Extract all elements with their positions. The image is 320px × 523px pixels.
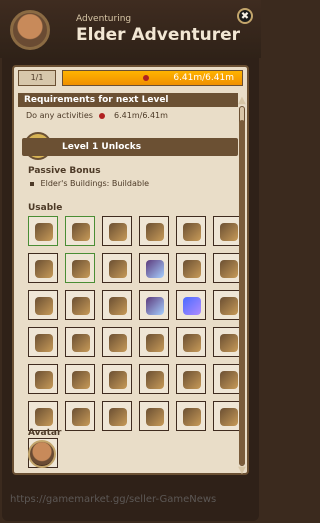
usable-item-slot[interactable]: [102, 401, 132, 431]
activity-icon: [99, 112, 106, 119]
header-title: Elder Adventurer: [76, 25, 241, 45]
usable-item-slot[interactable]: [176, 290, 206, 320]
progress-text: 6.41m/6.41m: [173, 73, 234, 83]
profile-portrait: [10, 10, 50, 50]
passive-bonus-item: Elder's Buildings: Buildable: [30, 179, 149, 188]
usable-item-slot[interactable]: [28, 401, 58, 431]
progress-row: 1/1 6.41m/6.41m: [18, 70, 243, 86]
usable-item-slot[interactable]: [176, 327, 206, 357]
passive-bonus-text: Elder's Buildings: Buildable: [40, 179, 150, 188]
usable-item-slot[interactable]: [102, 290, 132, 320]
usable-item-slot[interactable]: [139, 290, 169, 320]
close-button[interactable]: ✖: [237, 8, 253, 24]
usable-item-slot[interactable]: [176, 401, 206, 431]
usable-item-slot[interactable]: [139, 327, 169, 357]
usable-item-slot[interactable]: [139, 253, 169, 283]
usable-item-slot[interactable]: [28, 290, 58, 320]
avatar-title: Avatar: [28, 428, 62, 438]
watermark: https://gamemarket.gg/seller-GameNews: [10, 494, 217, 505]
usable-item-slot[interactable]: [65, 327, 95, 357]
usable-item-slot[interactable]: [65, 401, 95, 431]
usable-item-slot[interactable]: [65, 253, 95, 283]
scroll-down-icon[interactable]: ▼: [235, 466, 249, 476]
usable-item-slot[interactable]: [65, 364, 95, 394]
requirements-heading: Requirements for next Level: [18, 93, 238, 107]
usable-item-slot[interactable]: [28, 216, 58, 246]
scroll-up-icon[interactable]: ▲: [235, 96, 249, 106]
scroll-thumb[interactable]: [239, 120, 245, 465]
usable-item-slot[interactable]: [102, 216, 132, 246]
activity-icon: [143, 75, 149, 81]
usable-item-slot[interactable]: [28, 364, 58, 394]
usable-item-slot[interactable]: [65, 216, 95, 246]
usable-item-slot[interactable]: [102, 364, 132, 394]
requirements-value: 6.41m/6.41m: [114, 111, 168, 120]
usable-item-slot[interactable]: [28, 327, 58, 357]
usable-item-slot[interactable]: [139, 216, 169, 246]
header-subtitle: Adventuring: [76, 14, 132, 24]
usable-item-slot[interactable]: [28, 253, 58, 283]
usable-item-slot[interactable]: [102, 327, 132, 357]
requirements-text: Do any activities 6.41m/6.41m: [26, 111, 168, 120]
progress-bar: 6.41m/6.41m: [62, 70, 243, 86]
usable-item-slot[interactable]: [139, 364, 169, 394]
passive-bonus-title: Passive Bonus: [28, 166, 101, 176]
usable-item-slot[interactable]: [176, 364, 206, 394]
unlock-heading: Level 1 Unlocks: [22, 138, 238, 156]
usable-item-slot[interactable]: [176, 216, 206, 246]
usable-item-slot[interactable]: [176, 253, 206, 283]
usable-item-slot[interactable]: [102, 253, 132, 283]
usable-title: Usable: [28, 203, 63, 213]
usable-item-slot[interactable]: [139, 401, 169, 431]
requirements-label: Do any activities: [26, 111, 93, 120]
usable-item-slot[interactable]: [65, 290, 95, 320]
close-icon: ✖: [240, 10, 250, 22]
avatar[interactable]: [28, 440, 56, 468]
level-indicator: 1/1: [18, 70, 56, 86]
bullet-icon: [30, 181, 34, 186]
